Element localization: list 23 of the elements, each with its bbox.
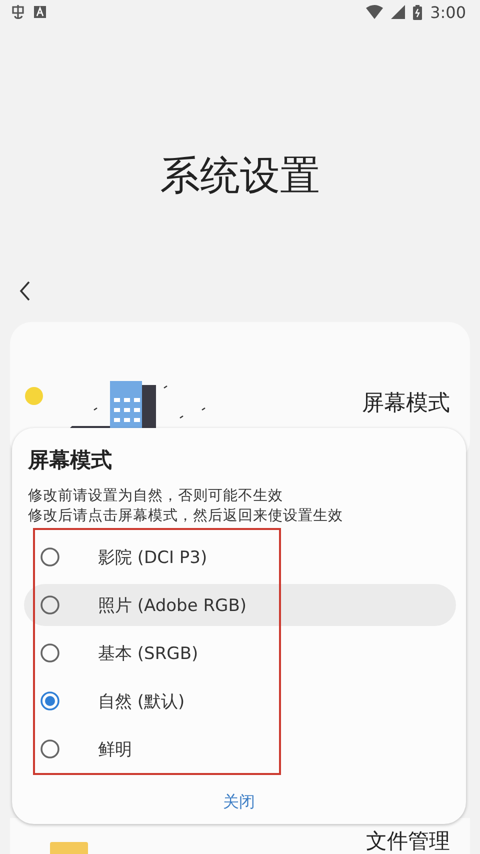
back-icon[interactable] (18, 280, 32, 302)
status-time: 3:00 (430, 2, 466, 22)
wifi-icon (366, 5, 384, 19)
radio-icon[interactable] (40, 595, 60, 615)
radio-option[interactable]: 基本 (SRGB) (28, 632, 450, 674)
radio-option[interactable]: 自然 (默认) (28, 680, 450, 722)
radio-icon[interactable] (40, 643, 60, 663)
notification-icon (10, 4, 26, 20)
card-title: 文件管理 (366, 830, 450, 852)
page-title: 系统设置 (159, 152, 321, 201)
dialog-note: 修改前请设置为自然，否则可能不生效 (28, 487, 284, 506)
dialog-note: 修改后请点击屏幕模式，然后返回来使设置生效 (28, 507, 344, 526)
close-button[interactable]: 关闭 (209, 786, 269, 819)
signal-icon (391, 5, 406, 19)
radio-selected-icon[interactable] (40, 691, 60, 711)
radio-option[interactable]: 鲜明 (28, 728, 450, 770)
radio-option[interactable]: 影院 (DCI P3) (28, 536, 450, 578)
radio-option[interactable]: 照片 (Adobe RGB) (24, 584, 456, 626)
radio-icon[interactable] (40, 547, 60, 567)
keyboard-icon (34, 6, 46, 18)
radio-icon[interactable] (40, 739, 60, 759)
battery-icon (413, 4, 422, 20)
card-title: 屏幕模式 (362, 390, 450, 418)
